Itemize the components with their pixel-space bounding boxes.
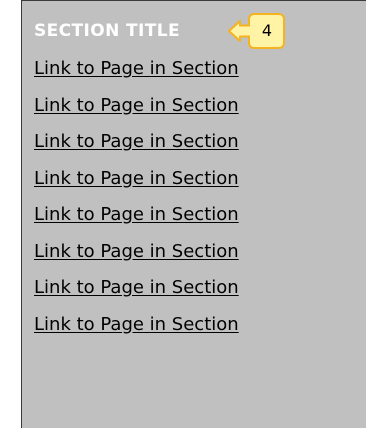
section-link-2[interactable]: Link to Page in Section bbox=[34, 95, 239, 116]
list-item: Link to Page in Section bbox=[34, 128, 239, 165]
list-item: Link to Page in Section bbox=[34, 311, 239, 348]
section-panel: SECTION TITLE 4 Link to Page in Section … bbox=[21, 0, 366, 428]
section-link-8[interactable]: Link to Page in Section bbox=[34, 314, 239, 335]
list-item: Link to Page in Section bbox=[34, 165, 239, 202]
list-item: Link to Page in Section bbox=[34, 92, 239, 129]
callout-badge: 4 bbox=[226, 13, 286, 49]
list-item: Link to Page in Section bbox=[34, 238, 239, 275]
section-link-list: Link to Page in Section Link to Page in … bbox=[34, 55, 239, 347]
list-item: Link to Page in Section bbox=[34, 201, 239, 238]
section-link-5[interactable]: Link to Page in Section bbox=[34, 204, 239, 225]
section-link-3[interactable]: Link to Page in Section bbox=[34, 131, 239, 152]
section-link-6[interactable]: Link to Page in Section bbox=[34, 241, 239, 262]
badge-count: 4 bbox=[261, 21, 273, 40]
section-link-1[interactable]: Link to Page in Section bbox=[34, 58, 239, 79]
list-item: Link to Page in Section bbox=[34, 55, 239, 92]
section-link-7[interactable]: Link to Page in Section bbox=[34, 277, 239, 298]
list-item: Link to Page in Section bbox=[34, 274, 239, 311]
section-title: SECTION TITLE bbox=[34, 21, 181, 41]
section-link-4[interactable]: Link to Page in Section bbox=[34, 168, 239, 189]
